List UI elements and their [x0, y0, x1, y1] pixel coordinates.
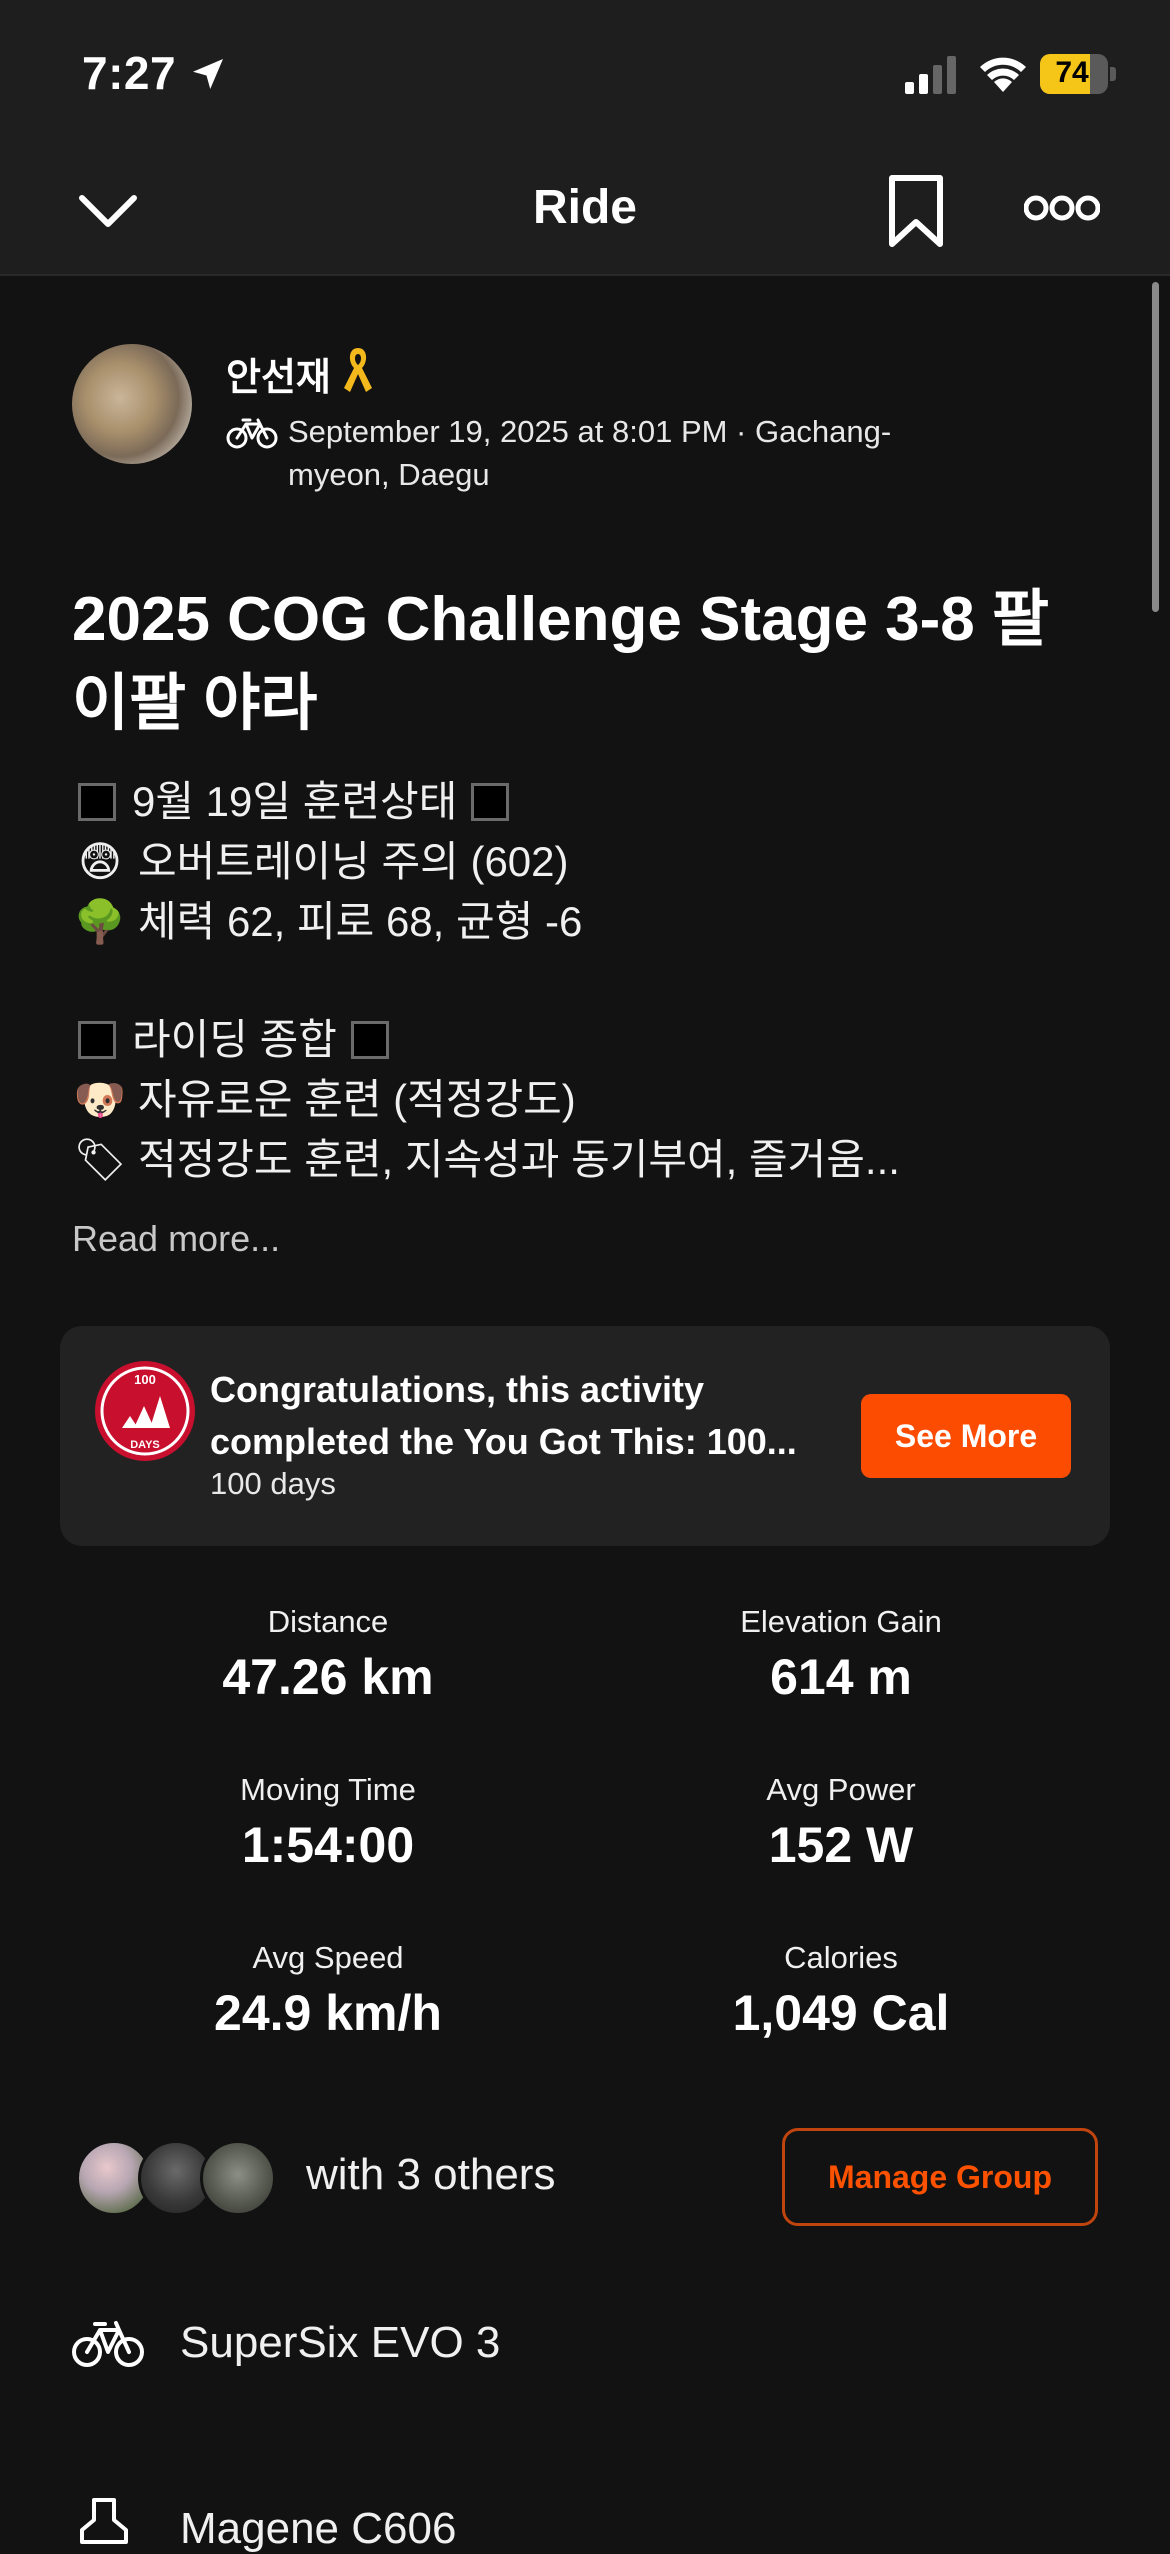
location-arrow-icon: [193, 59, 223, 89]
yellow-ribbon-icon: [344, 348, 372, 392]
bookmark-icon[interactable]: [886, 174, 946, 250]
stat-label: Elevation Gain: [740, 1604, 942, 1639]
page-title: Ride: [532, 181, 637, 234]
tree-icon: 🌳: [73, 898, 127, 945]
stat-value: 24.9 km/h: [214, 1985, 442, 2041]
status-time: 7:27: [82, 47, 177, 99]
black-square-icon: [78, 1021, 116, 1059]
bike-icon: [72, 2321, 144, 2367]
description-text: 오버트레이닝 주의 (602): [138, 838, 569, 885]
manage-group-button[interactable]: Manage Group: [782, 2128, 1098, 2226]
stat-calories: Calories 1,049 Cal: [581, 1940, 1101, 2042]
status-bar: 7:27 74: [0, 0, 1170, 150]
description-text: 적정강도 훈련, 지속성과 동기부여, 즐거움...: [138, 1136, 900, 1183]
group-member-avatar[interactable]: [200, 2140, 276, 2216]
stat-value: 614 m: [770, 1649, 912, 1705]
bike-name[interactable]: SuperSix EVO 3: [180, 2318, 500, 2368]
read-more-link[interactable]: Read more...: [72, 1218, 280, 1260]
activity-meta: September 19, 2025 at 8:01 PM · Gachang-…: [288, 414, 892, 492]
dog-face-icon: 🐶: [73, 1076, 127, 1123]
description-line: 라이딩 종합: [72, 1010, 1092, 1070]
activity-description: 9월 19일 훈련상태 😨 오버트레이닝 주의 (602) 🌳 체력 62, 피로 …: [72, 772, 1092, 1190]
stat-label: Avg Speed: [252, 1940, 404, 1975]
challenge-badge-icon: 100 DAYS: [95, 1361, 195, 1461]
stat-value: 47.26 km: [222, 1649, 434, 1705]
label-tag-icon: 🏷: [73, 1136, 127, 1183]
description-text: 9월 19일 훈련상태: [132, 778, 458, 825]
battery-percent: 74: [1055, 56, 1089, 89]
group-text[interactable]: with 3 others: [306, 2150, 555, 2200]
achievement-card[interactable]: 100 DAYS Congratulations, this activity …: [60, 1326, 1110, 1546]
stat-label: Distance: [267, 1604, 389, 1639]
stat-elevation-gain: Elevation Gain 614 m: [581, 1604, 1101, 1706]
description-text: 라이딩 종합: [132, 1016, 337, 1063]
see-more-button[interactable]: See More: [861, 1394, 1071, 1478]
black-square-icon: [350, 1021, 389, 1059]
black-square-icon: [471, 783, 510, 821]
black-square-icon: [78, 783, 116, 821]
cellular-signal-icon: [905, 56, 956, 94]
stat-value: 1,049 Cal: [732, 1985, 950, 2041]
achievement-subtitle: 100 days: [210, 1466, 336, 1501]
fearful-face-icon: 😨: [78, 838, 122, 885]
badge-top-text: 100: [134, 1372, 156, 1387]
stat-avg-speed: Avg Speed 24.9 km/h: [68, 1940, 588, 2042]
badge-bottom-text: DAYS: [130, 1439, 160, 1451]
description-line: 🐶 자유로운 훈련 (적정강도): [72, 1070, 1092, 1130]
stat-label: Avg Power: [766, 1772, 916, 1807]
shoe-icon: [80, 2498, 128, 2544]
achievement-title: Congratulations, this activity completed…: [210, 1369, 797, 1462]
shoe-name[interactable]: Magene C606: [180, 2504, 456, 2554]
description-line: 🌳 체력 62, 피로 68, 균형 -6: [72, 892, 1092, 952]
stat-distance: Distance 47.26 km: [68, 1604, 588, 1706]
stat-value: 152 W: [768, 1817, 914, 1873]
description-line: 😨 오버트레이닝 주의 (602): [72, 832, 1092, 892]
nav-bar: Ride: [0, 150, 1170, 276]
description-text: 자유로운 훈련 (적정강도): [138, 1076, 576, 1123]
wifi-icon: [980, 57, 1026, 92]
description-line: 9월 19일 훈련상태: [72, 772, 1092, 832]
stat-label: Calories: [784, 1940, 898, 1975]
description-text: 체력 62, 피로 68, 균형 -6: [138, 898, 583, 945]
athlete-name[interactable]: 안선재: [226, 346, 331, 401]
stat-avg-power: Avg Power 152 W: [581, 1772, 1101, 1874]
battery-indicator: 74: [1040, 54, 1116, 94]
more-options-icon[interactable]: [1024, 192, 1100, 224]
stat-value: 1:54:00: [241, 1817, 415, 1873]
athlete-avatar[interactable]: [72, 344, 192, 464]
stat-moving-time: Moving Time 1:54:00: [68, 1772, 588, 1874]
scrollbar[interactable]: [1152, 282, 1159, 612]
stat-label: Moving Time: [240, 1772, 416, 1807]
activity-title: 2025 COG Challenge Stage 3-8 팔이팔 야라: [72, 585, 1050, 738]
bike-icon: [226, 418, 278, 449]
description-line: 🏷 적정강도 훈련, 지속성과 동기부여, 즐거움...: [72, 1130, 1092, 1190]
